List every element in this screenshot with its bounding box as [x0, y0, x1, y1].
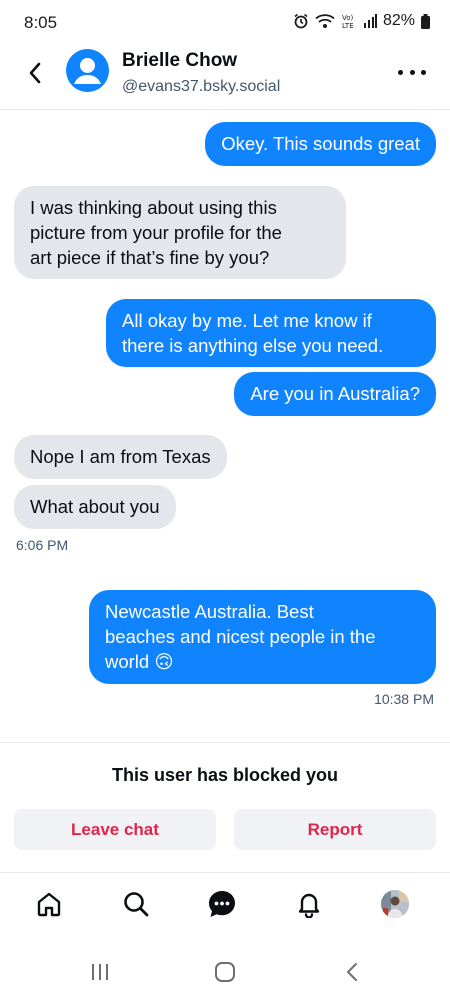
message-text: Okey. This sounds great — [221, 133, 420, 154]
message-timestamp: 10:38 PM — [374, 691, 434, 707]
contact-handle: @evans37.bsky.social — [122, 78, 281, 95]
alarm-icon — [294, 13, 308, 29]
contact-avatar[interactable] — [66, 49, 109, 92]
message-bubble-outgoing[interactable]: All okay by me. Let me know if there is … — [106, 299, 436, 367]
message-bubble-incoming[interactable]: I was thinking about using this picture … — [14, 186, 346, 279]
search-icon — [124, 892, 149, 917]
dot-icon — [421, 69, 426, 75]
default-avatar-icon — [74, 58, 101, 84]
nav-chat[interactable] — [205, 887, 239, 921]
status-icons: Vo) LTE 82% — [293, 12, 430, 30]
nav-home[interactable] — [32, 887, 66, 921]
system-back-button[interactable] — [340, 959, 364, 985]
home-outline-icon — [215, 962, 235, 982]
chevron-left-icon — [29, 62, 41, 84]
chat-icon — [209, 891, 235, 917]
volte-icon: Vo) LTE — [342, 14, 354, 29]
nav-search[interactable] — [119, 887, 153, 921]
message-line: I was thinking about using this — [30, 197, 277, 218]
message-text: Are you in Australia? — [250, 383, 420, 404]
wifi-icon — [315, 14, 335, 28]
chat-header: Brielle Chow @evans37.bsky.social — [0, 46, 450, 110]
nav-profile[interactable] — [378, 887, 412, 921]
message-line: Newcastle Australia. Best — [105, 601, 314, 622]
system-nav-bar — [0, 945, 450, 1000]
message-bubble-outgoing[interactable]: Newcastle Australia. Best beaches and ni… — [89, 590, 436, 684]
message-bubble-outgoing[interactable]: Are you in Australia? — [234, 372, 436, 416]
message-text: Nope I am from Texas — [30, 446, 211, 467]
report-button[interactable]: Report — [234, 809, 436, 850]
nav-notifications[interactable] — [292, 887, 326, 921]
home-button[interactable] — [213, 959, 237, 985]
divider — [0, 742, 450, 743]
profile-avatar — [381, 890, 409, 918]
message-bubble-incoming[interactable]: What about you — [14, 485, 176, 529]
message-line: world 🙃 — [105, 651, 174, 672]
back-button[interactable] — [20, 58, 50, 88]
status-bar: 8:05 Vo) LTE 82% — [0, 0, 450, 46]
leave-chat-button[interactable]: Leave chat — [14, 809, 216, 850]
message-line: picture from your profile for the — [30, 222, 282, 243]
svg-text:LTE: LTE — [342, 22, 354, 29]
message-timestamp: 6:06 PM — [16, 537, 69, 553]
more-options-button[interactable] — [398, 60, 426, 84]
chevron-left-icon — [347, 963, 357, 981]
message-text: What about you — [30, 496, 160, 517]
bottom-nav — [0, 872, 450, 938]
message-bubble-incoming[interactable]: Nope I am from Texas — [14, 435, 227, 479]
message-line: All okay by me. Let me know if — [122, 310, 372, 331]
contact-name[interactable]: Brielle Chow — [122, 50, 237, 72]
battery-percent: 82% — [382, 12, 415, 29]
recent-apps-button[interactable] — [88, 959, 112, 985]
signal-icon — [363, 14, 377, 28]
dot-icon — [398, 69, 403, 75]
message-line: beaches and nicest people in the — [105, 626, 376, 647]
message-line: there is anything else you need. — [122, 335, 384, 356]
recent-apps-icon — [92, 964, 108, 980]
blocked-notice: This user has blocked you — [111, 765, 339, 785]
message-line: art piece if that’s fine by you? — [30, 247, 270, 268]
dot-icon — [409, 69, 415, 75]
status-time: 8:05 — [24, 13, 58, 32]
bell-icon — [298, 893, 320, 918]
battery-icon — [421, 13, 430, 29]
svg-text:Vo): Vo) — [342, 14, 354, 22]
home-icon — [37, 892, 61, 917]
message-bubble-outgoing[interactable]: Okey. This sounds great — [205, 122, 436, 166]
